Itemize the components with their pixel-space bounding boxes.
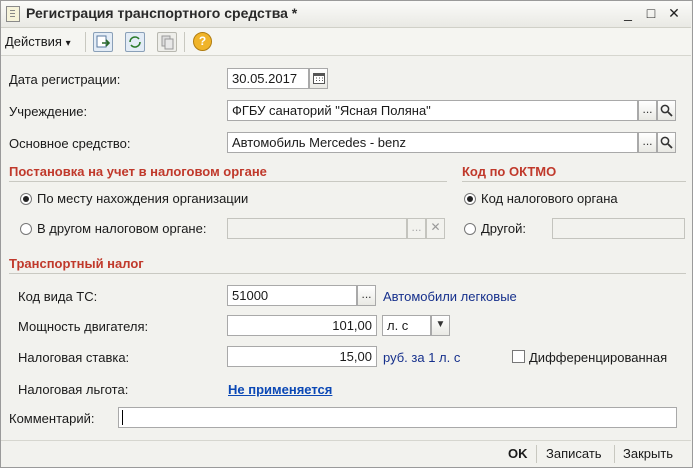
radio-org-location[interactable] [20, 193, 32, 205]
tax-registration-title: Постановка на учет в налоговом органе [9, 164, 267, 179]
differentiated-label[interactable]: Дифференцированная [529, 350, 667, 365]
toolbar-separator [184, 32, 185, 52]
vehicle-code-description: Автомобили легковые [383, 289, 517, 304]
calendar-icon[interactable] [309, 68, 328, 89]
asset-select-button[interactable]: ... [638, 132, 657, 153]
document-icon [6, 6, 20, 22]
tax-rate-unit: руб. за 1 л. с [383, 350, 461, 365]
radio-oktmo-other[interactable] [464, 223, 476, 235]
copy-icon[interactable] [157, 32, 177, 52]
search-icon[interactable] [657, 100, 676, 121]
tax-benefit-label: Налоговая льгота: [18, 382, 129, 397]
radio-tax-office-code-label[interactable]: Код налогового органа [481, 191, 618, 206]
search-icon[interactable] [657, 132, 676, 153]
reg-date-input[interactable]: 30.05.2017 [227, 68, 309, 89]
radio-oktmo-other-label[interactable]: Другой: [481, 221, 526, 236]
maximize-button[interactable]: □ [641, 3, 661, 23]
toolbar-separator [85, 32, 86, 52]
tax-benefit-link[interactable]: Не применяется [228, 382, 332, 397]
asset-input[interactable]: Автомобиль Mercedes - benz [227, 132, 638, 153]
engine-power-input[interactable]: 101,00 [227, 315, 377, 336]
oktmo-title: Код по ОКТМО [462, 164, 557, 179]
vehicle-code-label: Код вида ТС: [18, 289, 98, 304]
radio-other-office[interactable] [20, 223, 32, 235]
footer-separator [614, 445, 615, 463]
reg-date-label: Дата регистрации: [9, 72, 121, 87]
vehicle-code-select-button[interactable]: ... [357, 285, 376, 306]
oktmo-other-input [552, 218, 685, 239]
radio-other-office-label[interactable]: В другом налоговом органе: [37, 221, 206, 236]
section-divider [9, 273, 686, 274]
vehicle-code-input[interactable]: 51000 [227, 285, 357, 306]
footer-separator [536, 445, 537, 463]
refresh-icon[interactable] [125, 32, 145, 52]
engine-power-label: Мощность двигателя: [18, 319, 149, 334]
radio-tax-office-code[interactable] [464, 193, 476, 205]
tax-rate-input[interactable]: 15,00 [227, 346, 377, 367]
clear-icon: ✕ [426, 218, 445, 239]
asset-label: Основное средство: [9, 136, 131, 151]
differentiated-checkbox[interactable] [512, 350, 525, 363]
other-office-input [227, 218, 407, 239]
text-cursor [122, 410, 123, 425]
help-icon[interactable]: ? [193, 32, 212, 51]
section-divider [462, 181, 686, 182]
tax-rate-label: Налоговая ставка: [18, 350, 130, 365]
close-button[interactable]: ✕ [664, 3, 684, 23]
save-button[interactable]: Записать [546, 446, 602, 461]
institution-select-button[interactable]: ... [638, 100, 657, 121]
chevron-down-icon: ▾ [65, 38, 71, 49]
other-office-select-button: ... [407, 218, 426, 239]
minimize-button[interactable]: _ [618, 3, 638, 23]
comment-input[interactable] [118, 407, 677, 428]
comment-label: Комментарий: [9, 411, 95, 426]
radio-org-location-label[interactable]: По месту нахождения организации [37, 191, 248, 206]
actions-label: Действия [5, 34, 62, 49]
actions-menu[interactable]: Действия ▾ [5, 34, 71, 49]
post-and-close-icon[interactable] [93, 32, 113, 52]
chevron-down-icon[interactable]: ▼ [431, 315, 450, 336]
institution-input[interactable]: ФГБУ санаторий "Ясная Поляна" [227, 100, 638, 121]
transport-tax-title: Транспортный налог [9, 256, 144, 271]
window-title: Регистрация транспортного средства * [26, 5, 298, 21]
power-unit-select[interactable]: л. с [382, 315, 431, 336]
close-form-button[interactable]: Закрыть [623, 446, 673, 461]
institution-label: Учреждение: [9, 104, 88, 119]
section-divider [9, 181, 447, 182]
ok-button[interactable]: OK [508, 446, 528, 461]
